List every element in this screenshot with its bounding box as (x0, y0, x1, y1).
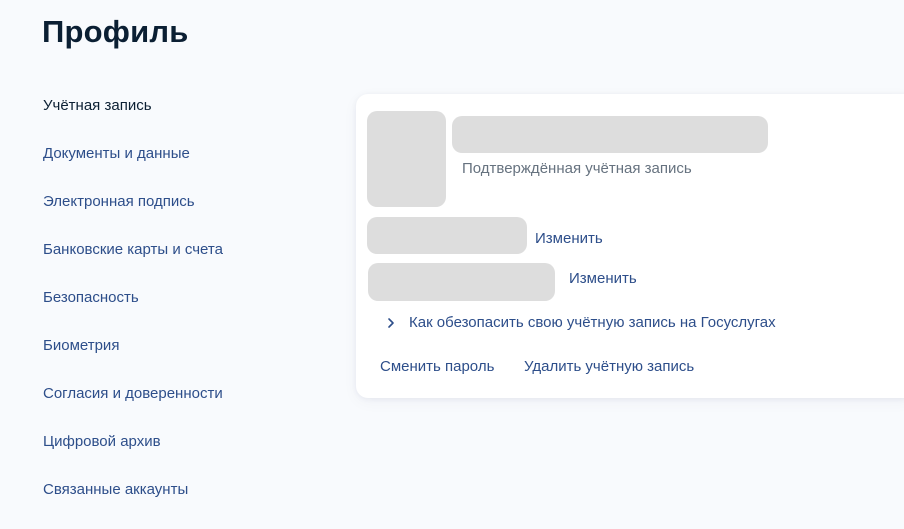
security-tips-expander[interactable]: Как обезопасить свою учётную запись на Г… (386, 314, 776, 331)
sidebar-item-security[interactable]: Безопасность (43, 289, 139, 307)
contact-field-placeholder (368, 263, 555, 301)
contact-field-placeholder (367, 217, 527, 254)
security-tips-link[interactable]: Как обезопасить свою учётную запись на Г… (409, 314, 776, 331)
sidebar-item-bank-cards[interactable]: Банковские карты и счета (43, 241, 223, 259)
user-name-placeholder (452, 116, 768, 153)
avatar (367, 111, 446, 207)
sidebar-item-account[interactable]: Учётная запись (43, 97, 152, 115)
page-title: Профиль (42, 14, 189, 49)
chevron-right-icon (388, 317, 394, 328)
account-status: Подтверждённая учётная запись (462, 160, 692, 177)
sidebar-item-digital-archive[interactable]: Цифровой архив (43, 433, 161, 451)
sidebar-item-consents[interactable]: Согласия и доверенности (43, 385, 223, 403)
delete-account-button[interactable]: Удалить учётную запись (524, 358, 694, 375)
change-password-button[interactable]: Сменить пароль (380, 358, 494, 375)
account-card: Подтверждённая учётная запись Изменить И… (356, 94, 904, 398)
sidebar-item-documents[interactable]: Документы и данные (43, 145, 190, 163)
sidebar-item-e-signature[interactable]: Электронная подпись (43, 193, 195, 211)
sidebar-item-biometrics[interactable]: Биометрия (43, 337, 119, 355)
edit-contact-button[interactable]: Изменить (569, 270, 637, 287)
edit-contact-button[interactable]: Изменить (535, 230, 603, 247)
sidebar-item-linked-accounts[interactable]: Связанные аккаунты (43, 481, 188, 499)
profile-page: Профиль Учётная запись Документы и данны… (0, 0, 904, 529)
